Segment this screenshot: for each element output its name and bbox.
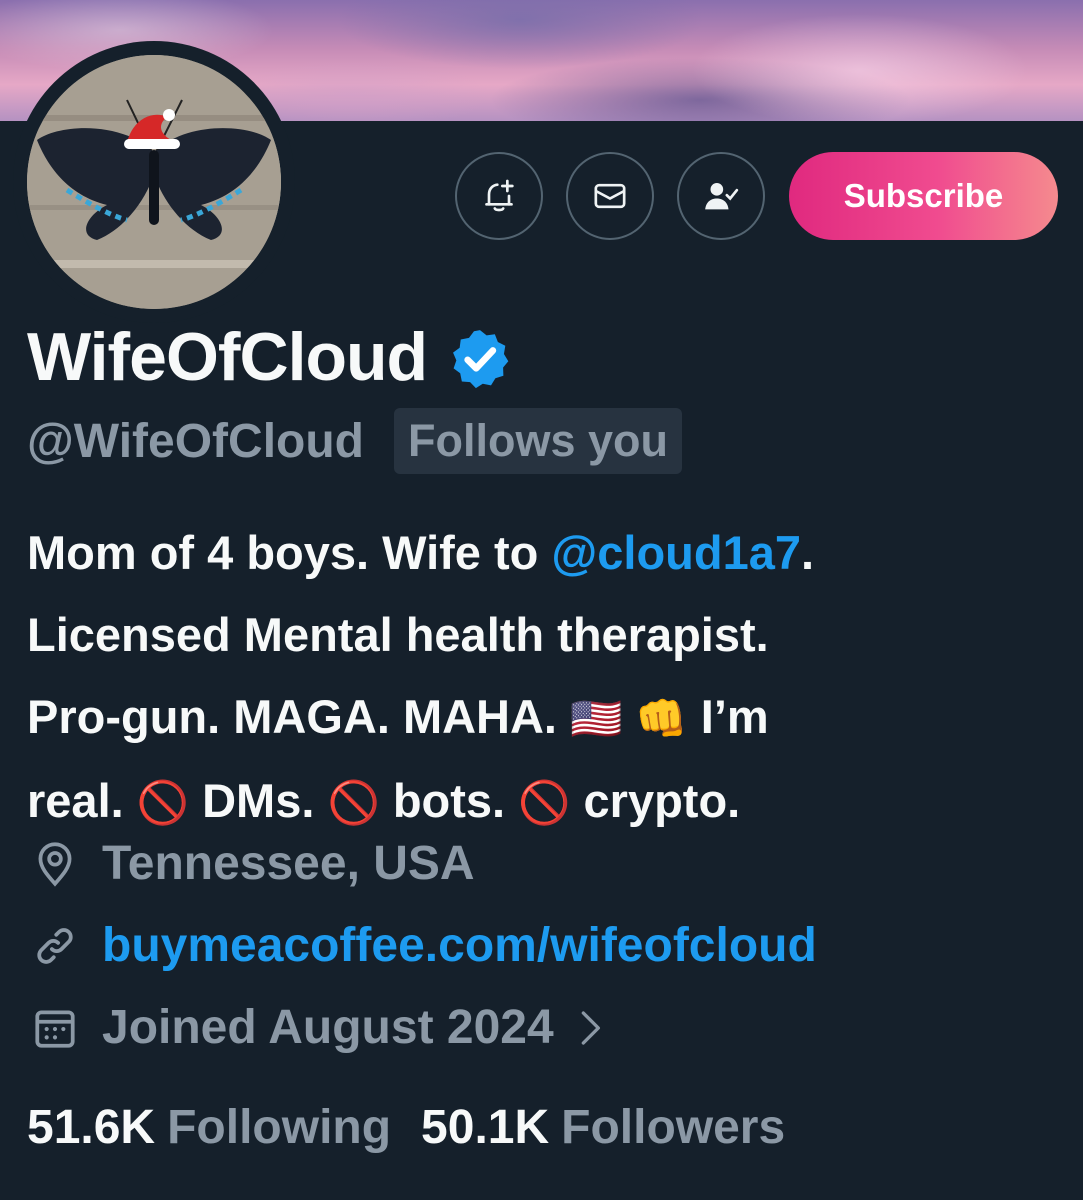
butterfly-icon: [27, 55, 281, 309]
bio-text: DMs.: [189, 774, 328, 827]
website-link[interactable]: buymeacoffee.com/wifeofcloud: [102, 918, 817, 973]
joined-row[interactable]: Joined August 2024: [30, 1000, 610, 1055]
bio-line-2: Licensed Mental health therapist.: [27, 608, 769, 661]
profile-bio: Mom of 4 boys. Wife to @cloud1a7. Licens…: [27, 512, 1067, 844]
handle-row: @WifeOfCloud Follows you: [27, 408, 682, 474]
followers-count[interactable]: 50.1K: [421, 1100, 549, 1155]
profile-action-bar: [455, 152, 788, 240]
bio-text: real.: [27, 774, 137, 827]
fist-icon: 👊: [635, 695, 688, 742]
person-check-icon: [705, 183, 739, 210]
display-name: WifeOfCloud: [27, 319, 428, 395]
location-text: Tennessee, USA: [102, 837, 475, 890]
bio-line-4: real. 🚫 DMs. 🚫 bots. 🚫 crypto.: [27, 760, 1067, 844]
joined-text: Joined August 2024: [102, 1001, 554, 1054]
username-handle: @WifeOfCloud: [27, 414, 364, 468]
display-name-row: WifeOfCloud: [27, 318, 513, 396]
following-label[interactable]: Following: [167, 1100, 391, 1155]
chevron-right-icon: [581, 1010, 600, 1045]
website-row: buymeacoffee.com/wifeofcloud: [30, 918, 817, 973]
subscribe-button[interactable]: Subscribe: [789, 152, 1058, 240]
prohibited-icon: 🚫: [518, 779, 571, 826]
message-button[interactable]: [566, 152, 654, 240]
followers-label[interactable]: Followers: [561, 1100, 785, 1155]
follows-you-badge: Follows you: [393, 408, 682, 474]
bio-text: crypto.: [570, 774, 741, 827]
notifications-button[interactable]: [455, 152, 543, 240]
bio-line-1: Mom of 4 boys. Wife to @cloud1a7.: [27, 512, 1067, 594]
following-count[interactable]: 51.6K: [27, 1100, 155, 1155]
bio-text: Pro-gun. MAGA. MAHA.: [27, 690, 571, 743]
us-flag-icon: 🇺🇸: [570, 695, 623, 742]
butterfly-avatar-image: [27, 55, 281, 309]
location-pin-icon: [38, 841, 72, 887]
bio-text: .: [801, 526, 815, 579]
bio-text: I’m: [687, 690, 769, 743]
bio-text: Mom of 4 boys. Wife to: [27, 526, 552, 579]
envelope-icon: [594, 183, 626, 209]
following-button[interactable]: [677, 152, 765, 240]
verified-badge-icon[interactable]: [447, 326, 513, 392]
calendar-icon: [35, 1010, 75, 1048]
profile-avatar[interactable]: [13, 41, 295, 323]
link-icon: [37, 927, 73, 964]
follow-stats: 51.6K Following 50.1K Followers: [27, 1100, 815, 1155]
location-row: Tennessee, USA: [30, 836, 475, 891]
mention-link[interactable]: @cloud1a7: [551, 526, 801, 579]
prohibited-icon: 🚫: [136, 779, 190, 826]
prohibited-icon: 🚫: [327, 779, 380, 826]
bio-line-3: Pro-gun. MAGA. MAHA. 🇺🇸 👊 I’m: [27, 676, 1067, 760]
bell-plus-icon: [485, 179, 514, 212]
bio-text: bots.: [379, 774, 519, 827]
